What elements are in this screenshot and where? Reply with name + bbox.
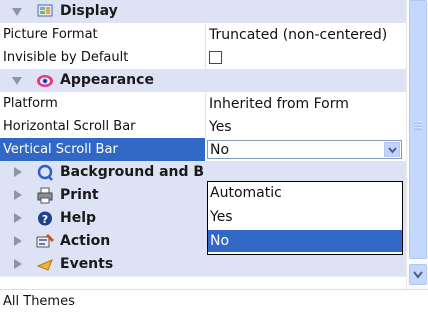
background-icon: [37, 164, 53, 181]
vertical-scrollbar[interactable]: [406, 0, 428, 289]
column-divider: [205, 23, 206, 46]
svg-text:?: ?: [42, 213, 48, 226]
status-text: All Themes: [3, 294, 75, 309]
status-bar: All Themes: [0, 289, 428, 313]
vertical-scroll-bar-combo[interactable]: No: [207, 140, 402, 159]
vertical-scroll-bar-dropdown: Automatic Yes No: [207, 181, 403, 255]
dropdown-option-automatic[interactable]: Automatic: [208, 182, 402, 204]
category-display[interactable]: Display: [0, 0, 406, 24]
property-value[interactable]: Inherited from Form: [209, 96, 349, 112]
dropdown-button[interactable]: [384, 142, 400, 157]
grip-icon: [414, 121, 422, 130]
column-divider: [205, 92, 206, 115]
dropdown-option-yes[interactable]: Yes: [208, 206, 402, 228]
category-events[interactable]: Events: [0, 253, 406, 277]
property-grid: Display Picture Format Truncated (non-ce…: [0, 0, 406, 289]
display-icon: [37, 4, 53, 17]
help-icon: ?: [38, 211, 52, 226]
property-value[interactable]: Yes: [209, 119, 232, 135]
printer-icon: [37, 187, 53, 204]
appearance-icon: [37, 75, 53, 87]
property-name: Platform: [3, 96, 58, 111]
property-row-horizontal-scroll-bar[interactable]: Horizontal Scroll Bar Yes: [0, 115, 406, 139]
property-row-platform[interactable]: Platform Inherited from Form: [0, 92, 406, 116]
property-name: Picture Format: [3, 27, 98, 42]
scroll-down-button[interactable]: [409, 264, 427, 285]
category-appearance[interactable]: Appearance: [0, 69, 406, 93]
action-icon: [36, 233, 54, 248]
property-name: Vertical Scroll Bar: [3, 142, 118, 157]
dropdown-option-no[interactable]: No: [208, 230, 402, 252]
events-icon: [36, 259, 53, 271]
option-label: No: [210, 233, 230, 249]
expand-arrow-icon[interactable]: [14, 213, 22, 223]
collapse-arrow-icon[interactable]: [12, 77, 22, 85]
category-label: Action: [60, 233, 111, 249]
option-label: Yes: [210, 209, 233, 225]
property-row-invisible-by-default[interactable]: Invisible by Default: [0, 46, 406, 70]
expand-arrow-icon[interactable]: [14, 167, 22, 177]
chevron-down-icon: [413, 271, 423, 279]
property-editor: Display Picture Format Truncated (non-ce…: [0, 0, 428, 313]
category-label: Help: [60, 210, 97, 226]
invisible-by-default-checkbox[interactable]: [209, 51, 222, 64]
category-label: Events: [60, 256, 114, 272]
property-row-picture-format[interactable]: Picture Format Truncated (non-centered): [0, 23, 406, 47]
category-label: Print: [60, 187, 99, 203]
property-row-vertical-scroll-bar[interactable]: Vertical Scroll Bar No: [0, 138, 406, 162]
expand-arrow-icon[interactable]: [14, 190, 22, 200]
column-divider: [205, 115, 206, 138]
property-value[interactable]: Truncated (non-centered): [209, 27, 387, 43]
scrollbar-thumb[interactable]: [409, 0, 427, 259]
property-name: Horizontal Scroll Bar: [3, 119, 136, 134]
property-name: Invisible by Default: [3, 50, 129, 65]
category-label: Display: [60, 3, 118, 19]
expand-arrow-icon[interactable]: [14, 236, 22, 246]
column-divider: [205, 46, 206, 69]
combo-value: No: [210, 142, 230, 158]
option-label: Automatic: [210, 185, 282, 201]
expand-arrow-icon[interactable]: [14, 259, 22, 269]
category-label: Background and B: [60, 164, 205, 180]
chevron-down-icon: [388, 147, 397, 154]
collapse-arrow-icon[interactable]: [12, 8, 22, 16]
category-label: Appearance: [60, 72, 154, 88]
